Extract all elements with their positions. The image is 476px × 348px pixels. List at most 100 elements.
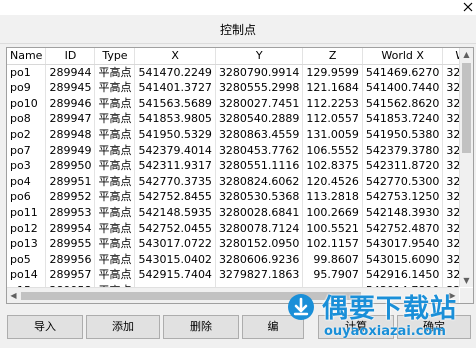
table-row[interactable]: po12 289954 平高点 542752.0455 3280078.7124 100.… [7, 220, 459, 237]
table-row[interactable]: po7 289949 平高点 542379.4014 3280453.7762 106.5… [7, 142, 459, 159]
column-header[interactable]: X [134, 48, 216, 65]
scroll-right-arrow-icon[interactable]: ▶ [446, 288, 459, 303]
table-cell: po10 [7, 95, 47, 112]
table-row[interactable]: po14 289957 平高点 542915.7404 3279827.1863 95.7… [7, 267, 459, 283]
ok-button[interactable]: 确定 [397, 315, 471, 339]
table-cell: 102.1157 [302, 236, 363, 252]
table-cell: 112.0557 [302, 111, 363, 127]
table-cell: 3280530.5368 [215, 189, 304, 205]
table-cell: 平高点 [94, 220, 136, 237]
table-cell: 32805 [442, 111, 459, 127]
import-button[interactable]: 导入 [7, 315, 83, 339]
table-cell: 平高点 [94, 158, 136, 174]
table-cell: 289955 [45, 236, 96, 252]
table-cell: 102.8375 [302, 158, 363, 174]
dialog-title-bar: 控制点 [0, 15, 476, 44]
table-cell: 543017.9540 [362, 236, 444, 252]
edit-button[interactable]: 编 [242, 315, 304, 339]
table-cell: 113.2818 [302, 189, 363, 205]
compute-button[interactable]: 计算 [318, 315, 394, 339]
table-cell: 3280152.0950 [215, 236, 304, 252]
table-cell: 平高点 [94, 95, 136, 112]
table-cell: po13 [7, 236, 47, 252]
table-cell: 平高点 [94, 80, 136, 96]
table-cell: 542915.7404 [134, 267, 216, 283]
scroll-down-arrow-icon[interactable]: ▼ [460, 274, 473, 287]
table-cell: 32805 [442, 80, 459, 96]
table-cell: 542752.0455 [134, 220, 216, 237]
table-cell: 3280540.2889 [215, 111, 304, 127]
table-cell: 3280453.7762 [215, 142, 304, 159]
table-cell: 541401.3727 [134, 80, 216, 96]
table-row[interactable]: po4 289951 平高点 542770.3735 3280824.6062 120.4… [7, 173, 459, 190]
table-cell: 121.1684 [302, 80, 363, 96]
table-body: po1 289944 平高点 541470.2249 3280790.9914 129.9… [7, 64, 459, 287]
table-cell: 3280824.6062 [215, 173, 304, 190]
table-cell: po1 [7, 64, 47, 81]
vertical-scrollbar[interactable]: ▲ ▼ [459, 48, 473, 287]
table-cell: 平高点 [94, 142, 136, 159]
horizontal-scroll-thumb[interactable] [21, 292, 361, 300]
horizontal-scrollbar[interactable]: ◀ ▶ [7, 287, 459, 303]
table-cell: 32800 [442, 220, 459, 237]
delete-button[interactable]: 删除 [163, 315, 239, 339]
table-cell: po4 [7, 173, 47, 190]
table-cell: po12 [7, 220, 47, 237]
table-cell: po14 [7, 267, 47, 283]
column-header[interactable]: Y [215, 48, 304, 65]
table-cell: po7 [7, 142, 47, 159]
table-row[interactable]: po1 289944 平高点 541470.2249 3280790.9914 129.9… [7, 64, 459, 81]
data-table: NameIDTypeXYZWorld XWo po1289944平高点54147… [7, 48, 459, 287]
column-header[interactable]: ID [45, 48, 96, 65]
table-cell: 平高点 [94, 173, 136, 190]
table-row[interactable]: po10 289946 平高点 541563.5689 3280027.7451 112.… [7, 95, 459, 112]
table-cell: 289948 [45, 126, 96, 143]
table-row[interactable]: po2 289948 平高点 541950.5329 3280863.4559 131.0… [7, 126, 459, 143]
table-cell: 平高点 [94, 204, 136, 221]
table-cell: 32800 [442, 204, 459, 221]
table-row[interactable]: po13 289955 平高点 543017.0722 3280152.0950 102.… [7, 236, 459, 252]
table-cell: 289947 [45, 111, 96, 127]
table-row[interactable]: po6 289952 平高点 542752.8455 3280530.5368 113.2… [7, 189, 459, 205]
column-header[interactable]: Name [7, 48, 47, 65]
table-row[interactable]: po3 289950 平高点 542311.9317 3280551.1116 102.8… [7, 158, 459, 174]
table-grid: NameIDTypeXYZWorld XWo po1289944平高点54147… [7, 48, 459, 287]
table-cell: 542379.4014 [134, 142, 216, 159]
table-cell: 542148.3930 [362, 204, 444, 221]
table-cell: 541950.5329 [134, 126, 216, 143]
column-header[interactable]: Z [302, 48, 363, 65]
table-cell: 3280551.1116 [215, 158, 304, 174]
table-cell: 平高点 [94, 267, 136, 283]
table-cell: 129.9599 [302, 64, 363, 81]
table-cell: 289945 [45, 80, 96, 96]
table-cell: 541469.6270 [362, 64, 444, 81]
vertical-scroll-thumb[interactable] [462, 63, 471, 153]
scroll-left-arrow-icon[interactable]: ◀ [7, 288, 20, 303]
table-cell: po3 [7, 158, 47, 174]
table-cell: 32807 [442, 64, 459, 81]
table-cell: 542770.5300 [362, 173, 444, 190]
column-header[interactable]: World X [362, 48, 444, 65]
table-row[interactable]: po11 289953 平高点 542148.5935 3280028.6841 100.… [7, 204, 459, 221]
table-cell: po8 [7, 111, 47, 127]
table-cell: 289950 [45, 158, 96, 174]
table-cell: 3280555.2998 [215, 80, 304, 96]
table-row[interactable]: po9 289945 平高点 541401.3727 3280555.2998 121.1… [7, 80, 459, 96]
table-cell: 542770.3735 [134, 173, 216, 190]
table-cell: po11 [7, 204, 47, 221]
table-cell: 100.5521 [302, 220, 363, 237]
table-cell: 32805 [442, 158, 459, 174]
scroll-up-arrow-icon[interactable]: ▲ [460, 48, 473, 61]
column-header[interactable]: Wo [442, 48, 459, 65]
table-row[interactable]: po8 289947 平高点 541853.9805 3280540.2889 112.0… [7, 111, 459, 127]
table-cell: 32808 [442, 126, 459, 143]
column-header[interactable]: Type [94, 48, 136, 65]
close-button[interactable] [461, 0, 476, 15]
table-cell: 平高点 [94, 64, 136, 81]
table-header-row: NameIDTypeXYZWorld XWo [7, 48, 459, 65]
add-button[interactable]: 添加 [86, 315, 160, 339]
table-row[interactable]: po5 289956 平高点 543015.0402 3280606.9236 99.86… [7, 251, 459, 268]
table-cell: 543017.0722 [134, 236, 216, 252]
dialog-body: NameIDTypeXYZWorld XWo po1289944平高点54147… [0, 44, 476, 348]
table-cell: 542753.1250 [362, 189, 444, 205]
